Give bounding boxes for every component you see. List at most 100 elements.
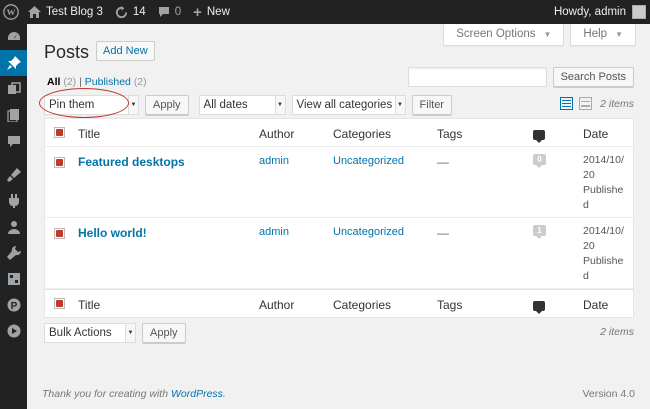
users-icon[interactable] [0,214,27,240]
select-all-checkbox[interactable] [54,127,65,138]
post-date-line: 2014/10/ [583,225,624,237]
help-label: Help [583,28,608,40]
post-status-line: d [583,270,589,282]
my-account-link[interactable]: Howdy, admin [548,0,650,24]
table-row: Hello world! admin Uncategorized — 1 201… [45,218,633,289]
select-arrow-icon: ▼ [274,96,285,114]
new-content-link[interactable]: + New [187,0,236,24]
column-author-footer: Author [259,298,295,312]
bulk-action-select[interactable]: Pin them ▼ [44,95,139,115]
select-arrow-icon: ▼ [125,324,135,342]
post-status-line: d [583,199,589,211]
comments-count: 0 [174,6,182,18]
table-footer-row: Title Author Categories Tags Date [45,289,633,317]
filter-all-count: (2) [63,76,77,88]
pinterest-icon[interactable]: P [0,292,27,318]
plus-icon: + [193,3,202,21]
add-new-button[interactable]: Add New [96,41,155,61]
updates-count: 14 [132,6,146,18]
post-date-line: 20 [583,169,595,181]
comments-link[interactable]: 0 [152,0,187,24]
apply-button-bottom[interactable]: Apply [142,323,186,343]
menu-separator [0,154,27,162]
row-checkbox[interactable] [54,228,65,239]
filter-published-count: (2) [133,76,147,88]
filter-button[interactable]: Filter [411,95,452,115]
column-comments-footer[interactable] [533,299,545,314]
search-posts-button[interactable]: Search Posts [552,67,634,87]
post-date: 2014/10/ 20 Publishe d [583,224,629,284]
table-row: Featured desktops admin Uncategorized — … [45,147,633,218]
avatar [632,5,646,19]
comment-count-link[interactable]: 0 [533,154,546,168]
post-tags: — [437,155,449,169]
column-date-header[interactable]: Date [583,127,629,142]
filter-published-label: Published [84,76,131,88]
wordpress-link[interactable]: WordPress [171,388,223,400]
column-title-header[interactable]: Title [78,127,100,141]
tools-icon[interactable] [0,240,27,266]
home-icon [28,6,41,18]
column-comments-header[interactable] [533,128,545,143]
apply-button[interactable]: Apply [145,95,189,115]
plugins-icon[interactable] [0,188,27,214]
screen-options-button[interactable]: Screen Options ▼ [443,24,565,46]
wordpress-logo-icon[interactable]: W [0,0,22,24]
footer-thanks-suffix: . [222,388,226,400]
settings-icon[interactable] [0,266,27,292]
dates-select[interactable]: All dates ▼ [198,95,286,115]
tablenav-bottom: Bulk Actions ▼ Apply [44,323,186,343]
row-checkbox[interactable] [54,157,65,168]
view-switch [560,97,592,110]
dashboard-icon[interactable] [0,24,27,50]
appearance-icon[interactable] [0,162,27,188]
search-box: Search Posts [407,67,634,87]
post-status-line: Publishe [583,255,624,267]
post-author-link[interactable]: admin [259,155,289,167]
version-text: Version 4.0 [582,388,635,400]
post-date: 2014/10/ 20 Publishe d [583,153,629,213]
select-all-checkbox[interactable] [54,298,65,309]
select-arrow-icon: ▼ [394,96,405,114]
column-tags-footer: Tags [437,298,463,312]
column-categories-footer: Categories [333,298,392,312]
chevron-down-icon: ▼ [615,30,623,39]
pages-icon[interactable] [0,102,27,128]
items-count-top: 2 items [600,98,634,110]
site-name: Test Blog 3 [46,6,103,18]
items-count-bottom: 2 items [600,326,634,338]
svg-text:P: P [10,301,17,312]
categories-select[interactable]: View all categories ▼ [291,95,406,115]
comment-count-bubble: 0 [533,154,546,168]
filter-all-link[interactable]: All (2) [47,76,76,88]
column-date-footer[interactable]: Date [583,298,629,313]
filter-published-link[interactable]: Published (2) [85,76,147,88]
new-label: New [206,6,230,18]
filter-separator: | [79,76,82,88]
search-input[interactable] [407,67,547,87]
help-button[interactable]: Help ▼ [570,24,636,46]
comment-bubble-icon [533,130,545,143]
comment-count-link[interactable]: 1 [533,225,546,239]
comments-icon[interactable] [0,128,27,154]
post-title-link[interactable]: Hello world! [78,226,147,240]
categories-value: View all categories [296,99,393,111]
post-author-link[interactable]: admin [259,226,289,238]
post-tags: — [437,226,449,240]
post-title-link[interactable]: Featured desktops [78,155,185,169]
comment-count-bubble: 1 [533,225,546,239]
post-category-link[interactable]: Uncategorized [333,155,404,167]
page-title: Posts [44,42,90,62]
dates-value: All dates [203,99,248,111]
site-name-link[interactable]: Test Blog 3 [22,0,109,24]
excerpt-view-icon[interactable] [579,97,592,110]
collapse-menu-icon[interactable] [0,318,27,344]
post-category-link[interactable]: Uncategorized [333,226,404,238]
column-title-footer[interactable]: Title [78,298,100,312]
media-icon[interactable] [0,76,27,102]
updates-link[interactable]: 14 [109,0,152,24]
list-view-icon[interactable] [560,97,573,110]
bulk-action-value: Pin them [49,99,95,111]
bulk-action-select-bottom[interactable]: Bulk Actions ▼ [44,323,136,343]
posts-pin-icon[interactable] [0,50,27,76]
